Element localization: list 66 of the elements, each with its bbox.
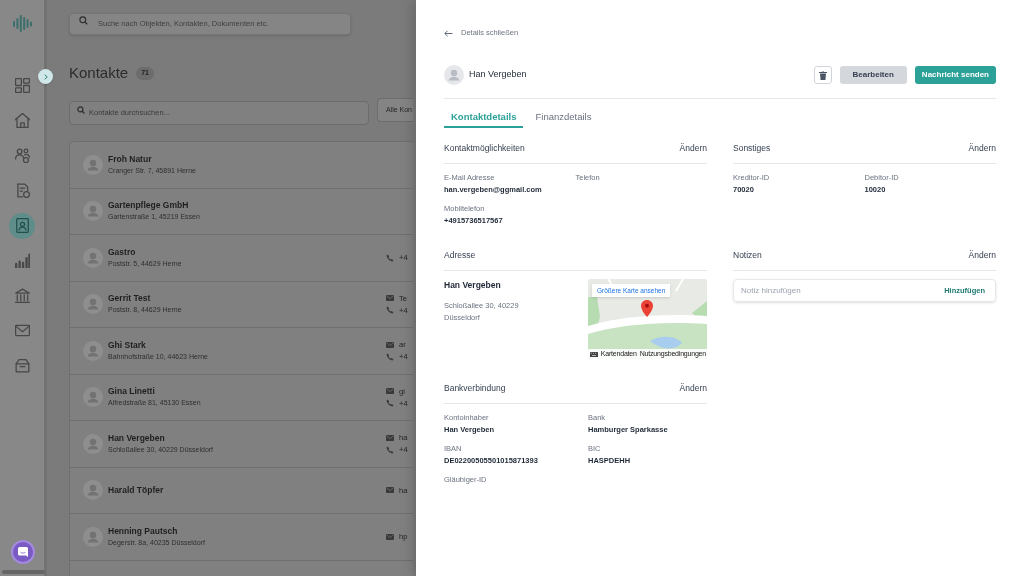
logo-icon [12, 14, 32, 32]
contact-name[interactable]: Henning Pautsch [108, 524, 205, 537]
page-title: Kontakte [69, 64, 129, 82]
edit-link[interactable]: Ändern [968, 248, 996, 262]
section-title: Kontaktmöglichkeiten [444, 141, 525, 155]
nav-item[interactable] [9, 212, 35, 239]
dashboard-icon [14, 78, 30, 93]
mail-icon [386, 388, 394, 395]
avatar-icon [83, 201, 103, 222]
mail-icon [386, 434, 394, 441]
phone-icon [386, 352, 394, 361]
scrollbar[interactable] [2, 570, 45, 574]
chat-icon [18, 547, 28, 557]
mail-icon [386, 341, 394, 348]
document-icon [14, 183, 30, 198]
avatar-icon [83, 433, 103, 454]
tab[interactable]: Finanzdetails [528, 109, 599, 128]
contact-name[interactable]: Gerrit Test [108, 292, 182, 305]
contact-book-icon [14, 218, 30, 233]
edit-link[interactable]: Ändern [968, 141, 996, 155]
people-icon [14, 148, 30, 163]
bar-chart-icon [14, 253, 30, 268]
search-icon [79, 15, 88, 25]
avatar-icon [83, 154, 103, 175]
delete-button[interactable] [813, 66, 832, 84]
phone-icon [386, 399, 394, 408]
search-icon [77, 106, 85, 114]
avatar-icon [83, 387, 103, 408]
section-title: Bankverbindung [444, 381, 506, 395]
phone-icon [386, 253, 394, 262]
avatar-icon [83, 480, 103, 501]
contact-name[interactable]: Han Vergeben [108, 431, 214, 444]
avatar-icon [83, 247, 103, 268]
contact-name[interactable]: Froh Natur [108, 152, 196, 165]
edit-button[interactable]: Bearbeiten [839, 66, 907, 84]
section-title: Adresse [444, 248, 476, 262]
edit-link[interactable]: Ändern [679, 141, 707, 155]
avatar-icon [83, 526, 103, 547]
contact-name[interactable]: Gastro [108, 245, 182, 258]
edit-link[interactable]: Ändern [679, 381, 707, 395]
box-icon [14, 358, 30, 373]
avatar-icon [83, 294, 103, 315]
mail-icon [14, 323, 30, 338]
chevron-right-icon [43, 73, 48, 80]
send-message-button[interactable]: Nachricht senden [914, 66, 996, 84]
phone-icon [386, 306, 394, 315]
home-icon [14, 113, 30, 128]
contact-name[interactable]: Gartenpflege GmbH [108, 199, 200, 212]
avatar-icon [444, 65, 464, 85]
phone-icon [386, 445, 394, 454]
mail-icon [386, 533, 394, 540]
avatar-icon [83, 340, 103, 361]
section-title: Notizen [733, 248, 762, 262]
address-name: Han Vergeben [444, 279, 502, 291]
mail-icon [386, 295, 394, 302]
section-title: Sonstiges [733, 141, 771, 155]
bank-icon [14, 288, 30, 303]
contact-name[interactable]: Gina Linetti [108, 385, 201, 398]
trash-icon [818, 70, 827, 80]
tab[interactable]: Kontaktdetails [444, 109, 524, 128]
arrow-left-icon [444, 29, 453, 37]
map-pin-icon [641, 300, 653, 317]
contact-name[interactable]: Harald Töpfer [108, 484, 164, 497]
contact-name: Han Vergeben [469, 68, 527, 82]
mail-icon [386, 487, 394, 494]
contact-name[interactable]: Ghi Stark [108, 338, 208, 351]
